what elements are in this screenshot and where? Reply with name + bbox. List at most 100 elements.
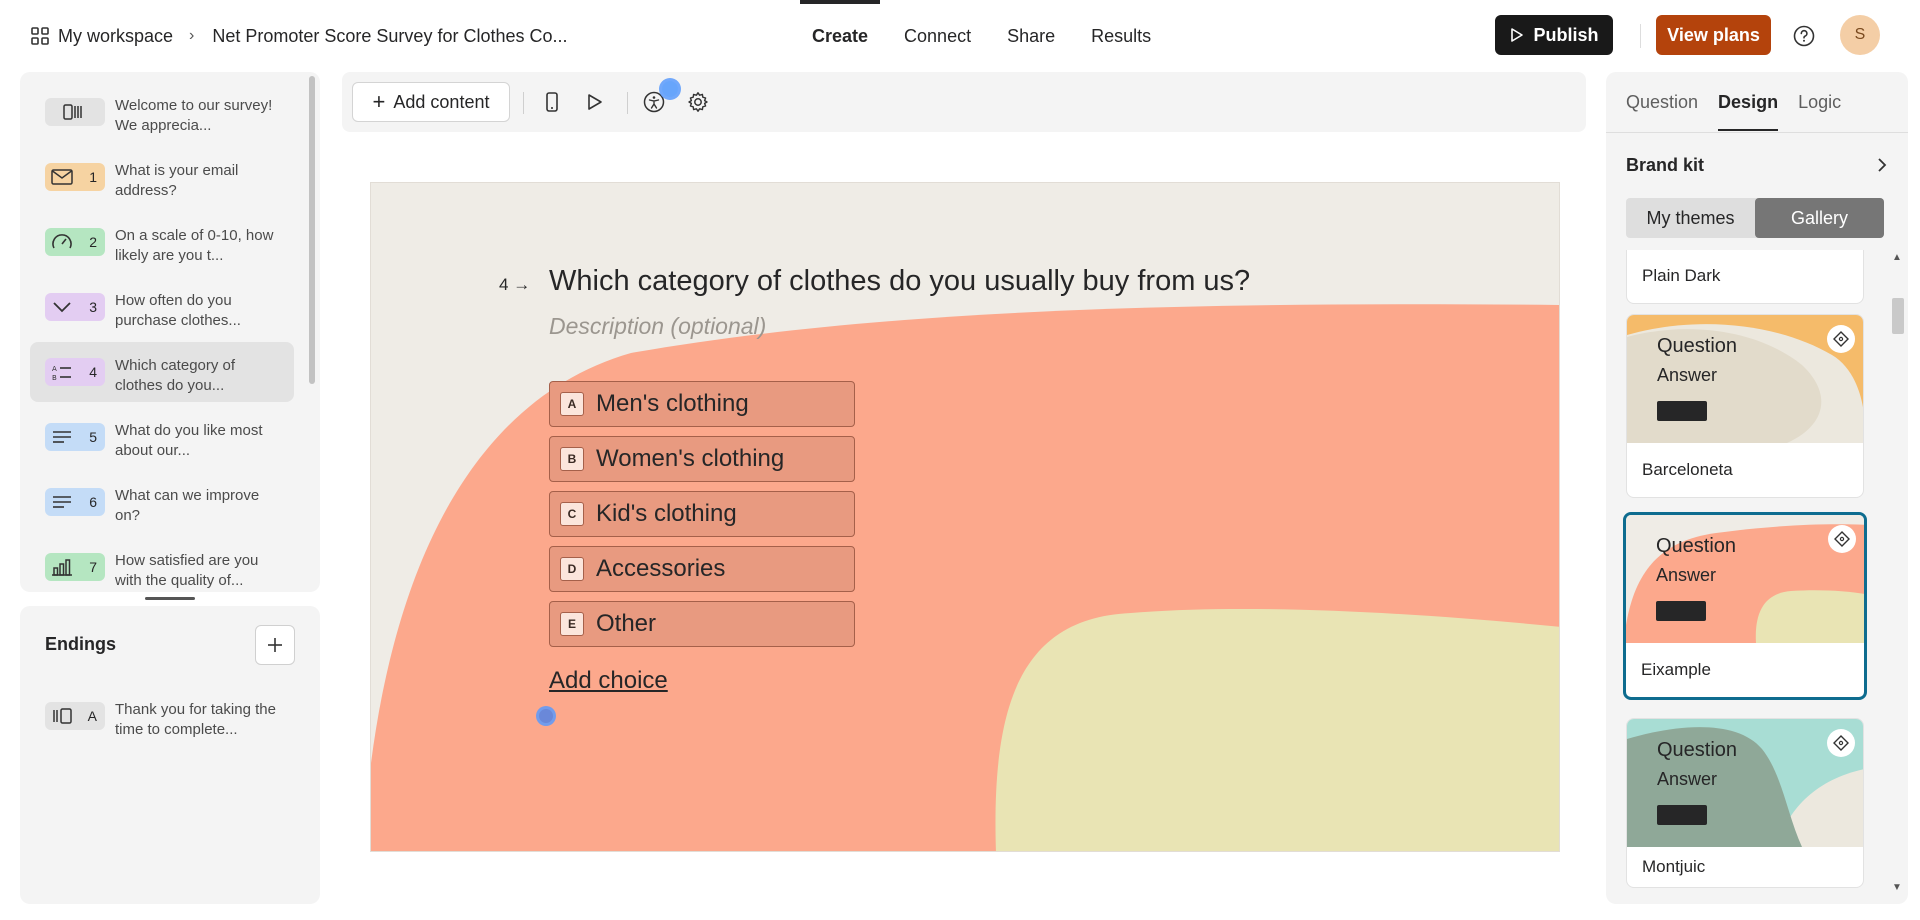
tab-design[interactable]: Design <box>1718 92 1779 132</box>
choice-option[interactable]: D Accessories <box>549 546 855 592</box>
list-item-text: On a scale of 0-10, how likely are you t… <box>115 227 274 264</box>
theme-answer-text: Answer <box>1657 769 1718 789</box>
list-item-q2[interactable]: 2 On a scale of 0-10, how likely are you… <box>30 212 294 272</box>
tab-question[interactable]: Question <box>1626 92 1698 132</box>
brand-kit-label: Brand kit <box>1626 154 1705 175</box>
question-badge: 1 <box>45 163 105 191</box>
list-item-q7[interactable]: 7 How satisfied are you with the quality… <box>30 537 294 592</box>
theme-card-eixample[interactable]: Question Answer Eixample <box>1623 512 1867 700</box>
question-title[interactable]: Which category of clothes do you usually… <box>549 265 1250 298</box>
top-bar: My workspace › Net Promoter Score Survey… <box>0 0 1920 72</box>
choice-label: Men's clothing <box>596 390 749 417</box>
theme-name: Eixample <box>1641 660 1711 679</box>
endings-title: Endings <box>45 634 116 654</box>
theme-card-barceloneta[interactable]: Question Answer Barceloneta <box>1626 314 1864 498</box>
choice-option[interactable]: A Men's clothing <box>549 381 855 427</box>
theme-answer-text: Answer <box>1657 365 1718 385</box>
choice-option[interactable]: B Women's clothing <box>549 436 855 482</box>
gallery-scrollbar[interactable] <box>1892 298 1904 334</box>
brand-kit-row[interactable]: Brand kit <box>1626 150 1888 180</box>
theme-name: Barceloneta <box>1642 460 1733 479</box>
avatar[interactable]: S <box>1840 15 1880 55</box>
plus-icon <box>268 638 282 652</box>
theme-name: Montjuic <box>1642 857 1706 876</box>
list-item-ending[interactable]: A Thank you for taking the time to compl… <box>30 686 294 746</box>
question-canvas: 4 → Which category of clothes do you usu… <box>370 182 1560 852</box>
choice-option[interactable]: E Other <box>549 601 855 647</box>
theme-preview: Question Answer <box>1626 515 1864 643</box>
list-item-q6[interactable]: 6 What can we improve on? <box>30 472 294 532</box>
list-item-text: How satisfied are you with the quality o… <box>115 552 259 589</box>
list-item-q4[interactable]: AB 4 Which category of clothes do you... <box>30 342 294 402</box>
help-icon[interactable] <box>1792 24 1816 48</box>
list-item-q5[interactable]: 5 What do you like most about our... <box>30 407 294 467</box>
tab-connect[interactable]: Connect <box>892 0 983 72</box>
settings-gear-icon[interactable] <box>686 90 710 114</box>
panel-resize-handle[interactable] <box>145 597 195 600</box>
list-item-text: Which category of clothes do you... <box>115 357 236 394</box>
theme-card-montjuic[interactable]: Question Answer Montjuic <box>1626 718 1864 888</box>
my-themes-button[interactable]: My themes <box>1626 198 1755 238</box>
mobile-preview-icon[interactable] <box>540 90 564 114</box>
cursor-indicator <box>659 78 681 100</box>
scroll-down-arrow-icon[interactable]: ▼ <box>1892 882 1902 893</box>
gauge-icon <box>52 234 72 249</box>
play-icon[interactable] <box>582 90 606 114</box>
gallery-button[interactable]: Gallery <box>1755 198 1884 238</box>
question-badge <box>45 98 105 126</box>
theme-preview: Question Answer <box>1627 315 1863 443</box>
theme-question-text: Question <box>1657 335 1738 357</box>
add-ending-button[interactable] <box>255 625 295 665</box>
multiple-choice-icon: AB <box>52 365 71 381</box>
choice-label: Kid's clothing <box>596 500 737 527</box>
text-lines-icon <box>53 431 71 443</box>
scroll-up-arrow-icon[interactable]: ▲ <box>1892 252 1902 263</box>
gem-icon <box>1827 729 1855 757</box>
question-number: 4 → <box>499 275 530 295</box>
divider <box>1640 24 1641 48</box>
choice-option[interactable]: C Kid's clothing <box>549 491 855 537</box>
text-lines-icon <box>53 496 71 508</box>
list-item-welcome[interactable]: Welcome to our survey! We apprecia... <box>30 82 294 142</box>
question-number: 2 <box>89 234 97 250</box>
chevron-right-icon <box>1878 158 1887 172</box>
question-number: 1 <box>89 169 97 185</box>
gem-icon <box>1828 525 1856 553</box>
theme-card-plain-dark[interactable]: Plain Dark <box>1626 250 1864 304</box>
theme-button-swatch <box>1657 805 1707 825</box>
sidebar-scrollbar[interactable] <box>309 76 315 384</box>
tab-create[interactable]: Create <box>800 0 881 72</box>
question-number: 6 <box>89 494 97 510</box>
mail-icon <box>51 169 73 185</box>
ending-screen-icon <box>53 708 72 724</box>
tab-logic[interactable]: Logic <box>1798 92 1841 132</box>
divider <box>627 92 628 114</box>
list-item-text: What do you like most about our... <box>115 422 263 459</box>
question-badge: 6 <box>45 488 105 516</box>
theme-name: Plain Dark <box>1642 266 1721 285</box>
chevron-down-icon <box>53 302 71 313</box>
grid-icon[interactable] <box>30 26 50 46</box>
question-number: 5 <box>89 429 97 445</box>
add-choice-link[interactable]: Add choice <box>549 667 668 695</box>
theme-preview: Question Answer <box>1627 719 1863 847</box>
description-input[interactable]: Description (optional) <box>549 313 766 340</box>
tab-share[interactable]: Share <box>995 0 1067 72</box>
form-title[interactable]: Net Promoter Score Survey for Clothes Co… <box>212 26 567 47</box>
choice-label: Women's clothing <box>596 445 785 472</box>
tab-results[interactable]: Results <box>1079 0 1163 72</box>
choice-key: B <box>560 447 584 471</box>
theme-question-text: Question <box>1656 535 1737 557</box>
ending-badge: A <box>45 702 105 730</box>
publish-button[interactable]: Publish <box>1495 15 1613 55</box>
list-item-q1[interactable]: 1 What is your email address? <box>30 147 294 207</box>
svg-text:A: A <box>52 365 57 373</box>
workspace-link[interactable]: My workspace <box>58 26 173 47</box>
add-content-button[interactable]: + Add content <box>352 82 510 122</box>
choice-label: Other <box>596 610 657 637</box>
theme-button-swatch <box>1657 401 1707 421</box>
question-badge: AB 4 <box>45 358 105 386</box>
view-plans-button[interactable]: View plans <box>1656 15 1771 55</box>
play-icon <box>1511 28 1524 42</box>
list-item-q3[interactable]: 3 How often do you purchase clothes... <box>30 277 294 337</box>
